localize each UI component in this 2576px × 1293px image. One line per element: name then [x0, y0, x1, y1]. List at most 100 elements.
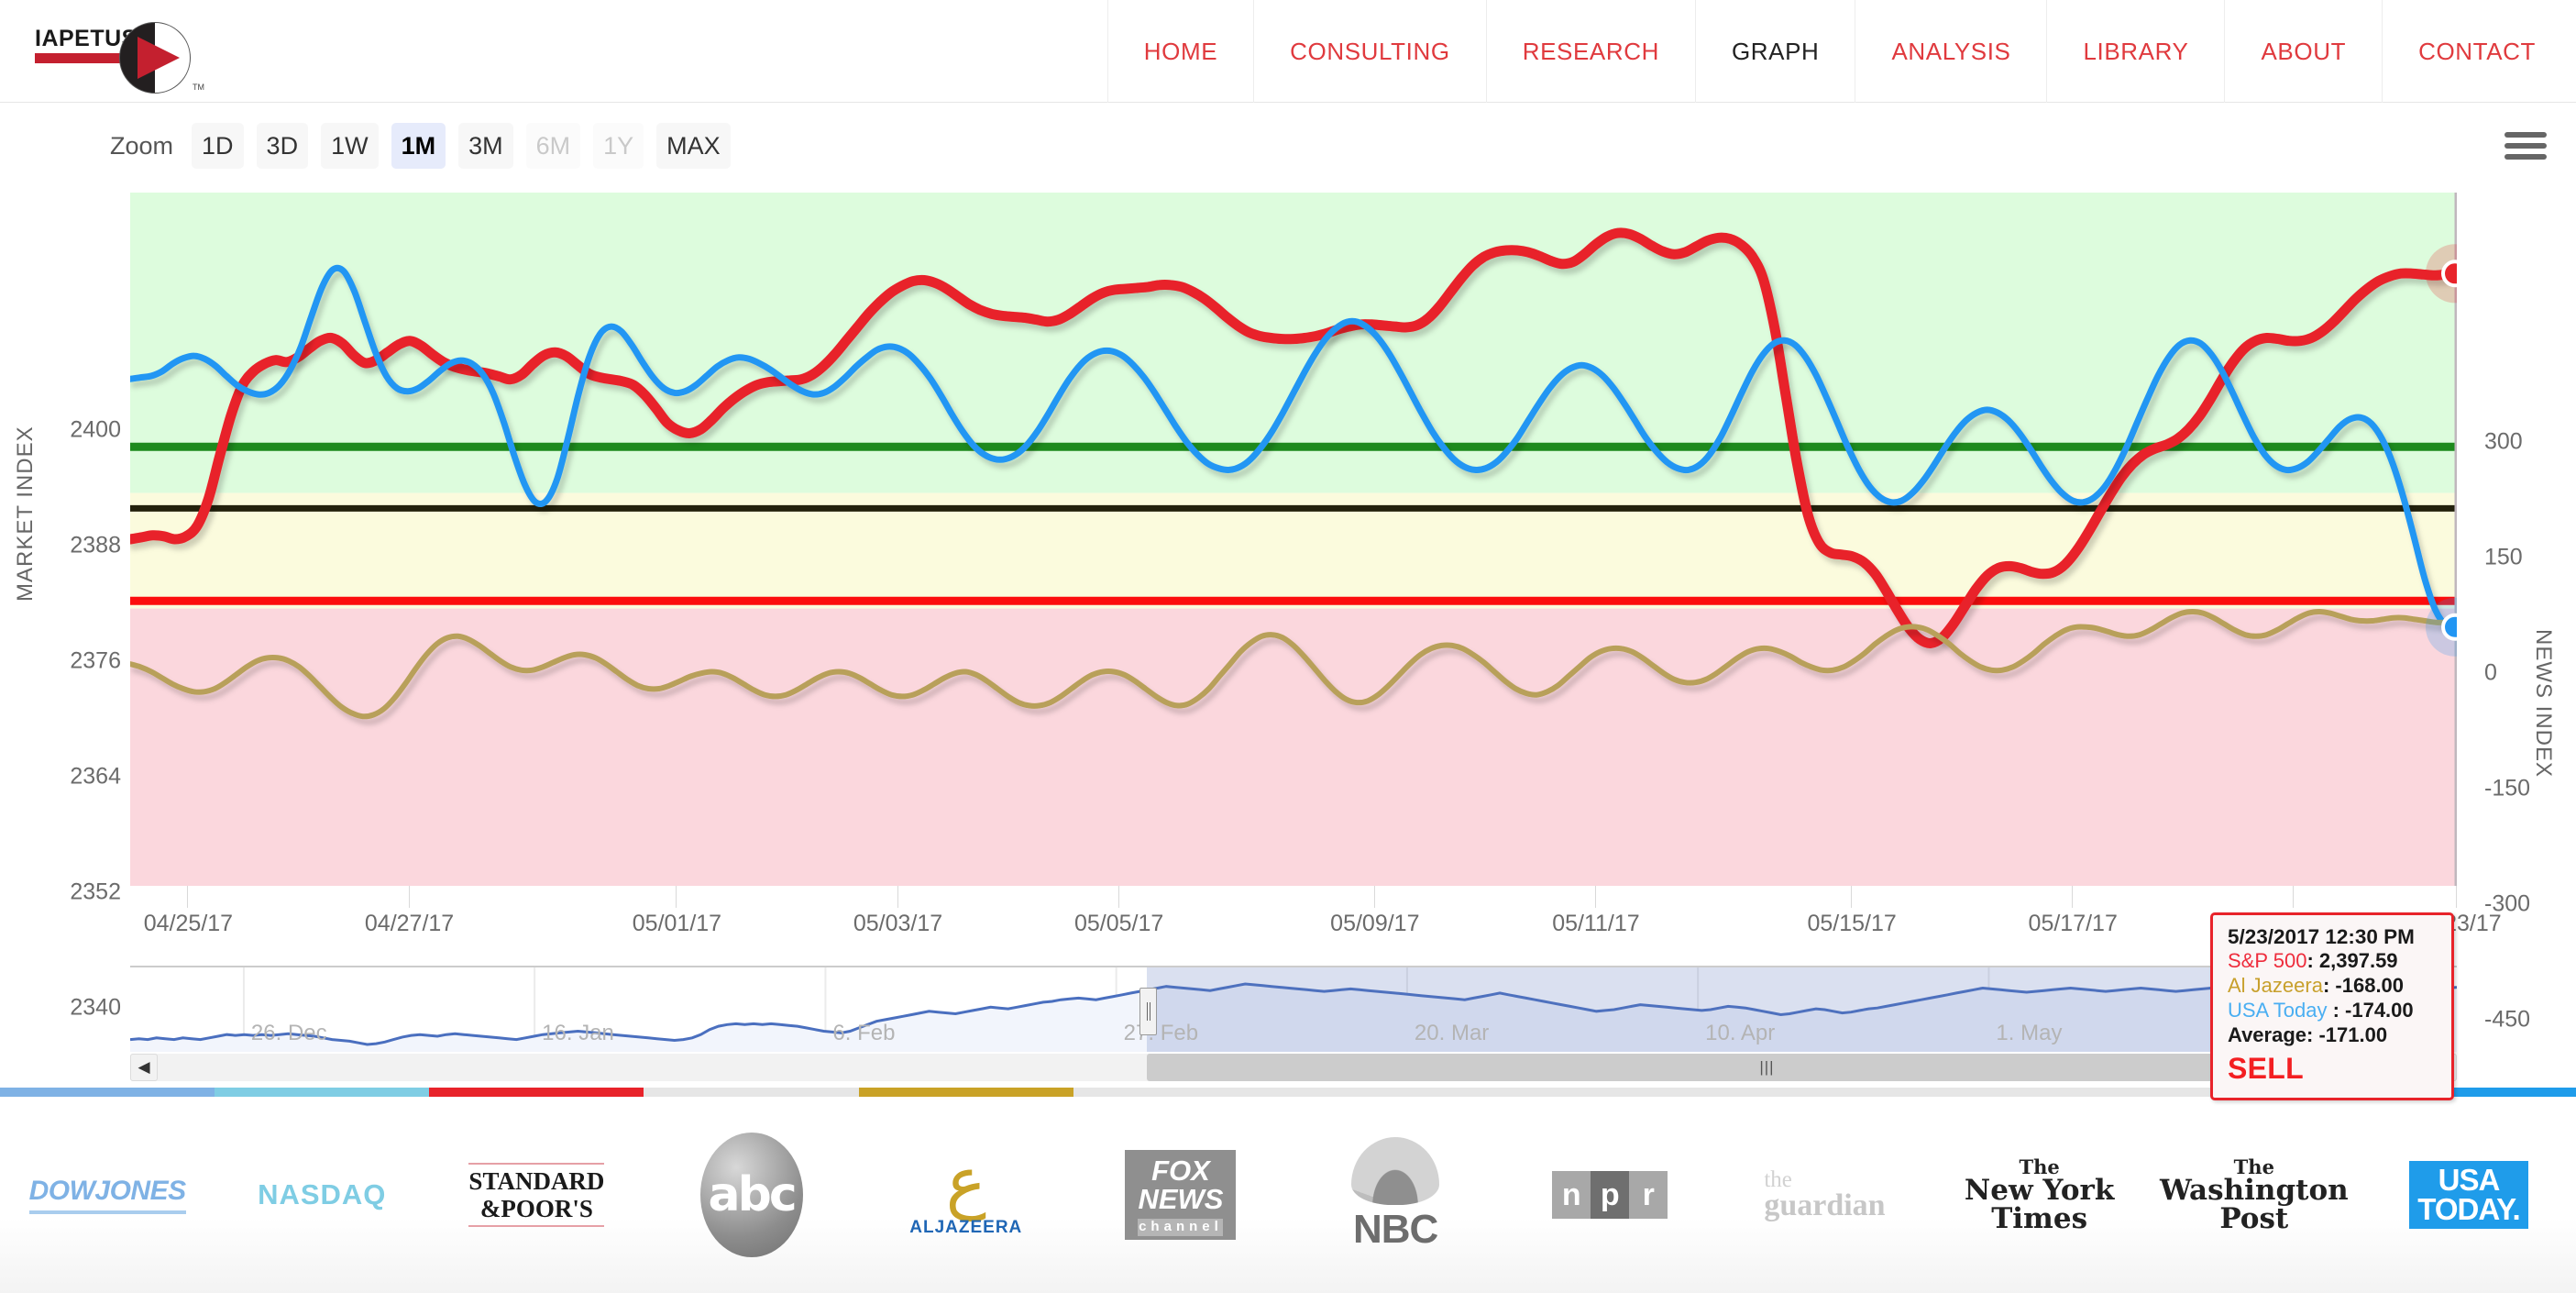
marker-point-usa-today[interactable]: [2441, 613, 2457, 641]
x-tick-label: 05/09/17: [1330, 911, 1420, 936]
brand-line-1: STANDARD: [468, 1166, 605, 1195]
y-tick-right: 300: [2484, 428, 2523, 455]
x-tick-mark: [187, 884, 189, 908]
brand-line-2: &POOR'S: [479, 1195, 593, 1222]
brand-text: ع ALJAZEERA: [909, 1148, 1023, 1239]
iapetus-logo[interactable]: IAPETUS TM: [35, 13, 209, 94]
tooltip-row: S&P 500: 2,397.59: [2228, 949, 2398, 973]
brand-text: abc: [699, 1133, 803, 1257]
brand-text: NBC: [1351, 1137, 1440, 1253]
y-tick-right: 150: [2484, 544, 2523, 570]
brand-line-2: New York: [1964, 1173, 2115, 1207]
brand-text: FOX NEWS channel: [1125, 1150, 1237, 1240]
nav-item-contact[interactable]: CONTACT: [2382, 0, 2576, 103]
x-tick-mark: [1373, 884, 1375, 908]
brand-logo-npr[interactable]: npr: [1503, 1097, 1717, 1293]
nav-item-library[interactable]: LIBRARY: [2046, 0, 2224, 103]
tooltip-row: Average: -171.00: [2228, 1022, 2388, 1046]
x-tick-label: 05/15/17: [1807, 911, 1897, 936]
x-tick-label: 04/25/17: [143, 911, 234, 936]
x-tick-label: 05/01/17: [632, 911, 722, 936]
nav-item-analysis[interactable]: ANALYSIS: [1855, 0, 2046, 103]
zoom-button-3m[interactable]: 3M: [458, 123, 513, 169]
navigator-track[interactable]: 26. Dec 16. Jan 6. Feb 27. Feb 20. Mar 10. Ap…: [129, 966, 2458, 1052]
brand-text: DOWJONES: [28, 1176, 186, 1214]
brand-text: the guardian: [1764, 1168, 1886, 1222]
zoom-button-1w[interactable]: 1W: [321, 123, 379, 169]
brand-logo-dow-jones[interactable]: DOWJONES: [0, 1097, 215, 1293]
nav-item-graph[interactable]: GRAPH: [1694, 0, 1855, 103]
chart-bands: [130, 193, 2457, 886]
brand-logo-the-guardian[interactable]: the guardian: [1717, 1097, 1932, 1293]
brand-line-2: NEWS: [1138, 1182, 1224, 1215]
brand-logo-nasdaq[interactable]: NASDAQ: [215, 1097, 429, 1293]
brand-line-1: USA: [2438, 1162, 2501, 1197]
x-tick-label: 04/27/17: [364, 911, 455, 936]
y-tick-left: 2400: [70, 416, 121, 443]
navigator-x-label: 1. May: [1996, 1021, 2063, 1045]
brand-line-1: ALJAZEERA: [909, 1218, 1023, 1238]
logo-arrow-icon: [138, 37, 180, 79]
tooltip-date: 5/23/2017 12:30 PM: [2228, 925, 2415, 948]
x-tick-mark: [408, 884, 410, 908]
zoom-button-1m[interactable]: 1M: [391, 123, 446, 169]
zoom-button-max[interactable]: MAX: [656, 123, 731, 169]
y-axis-title-left: MARKET INDEX: [13, 425, 38, 602]
scroll-left-arrow-icon[interactable]: ◀: [130, 1054, 158, 1081]
accent-segment-dow-jones: [0, 1088, 215, 1097]
accent-segment-the-guardian: [1717, 1088, 1932, 1097]
y-tick-right: 0: [2484, 659, 2497, 686]
accent-segment-nbc: [1287, 1088, 1503, 1097]
navigator-handle-left[interactable]: [1139, 988, 1158, 1035]
brand-line-3: Post: [2219, 1201, 2289, 1235]
y-tick-right: -150: [2484, 775, 2531, 801]
hamburger-line: [2504, 154, 2547, 160]
navigator-x-label: 6. Feb: [832, 1021, 896, 1045]
tooltip-signal-badge: SELL: [2228, 1051, 2304, 1085]
scrollbar-thumb[interactable]: |||: [1147, 1054, 2387, 1081]
x-tick-mark: [2456, 884, 2457, 908]
accent-segment-fox-news-channel: [1073, 1088, 1288, 1097]
brand-text: The Washington Post: [2160, 1157, 2349, 1233]
brand-line-1: FOX: [1151, 1155, 1210, 1188]
tooltip-series-name: S&P 500: [2228, 949, 2307, 973]
navigator-scrollbar[interactable]: ◀ ||| ▶: [130, 1054, 2457, 1081]
x-tick-mark: [676, 884, 677, 908]
chart-band-sell-zone: [130, 608, 2457, 886]
x-tick-mark: [2293, 884, 2295, 908]
brand-logo-abc[interactable]: abc: [644, 1097, 859, 1293]
brand-logo-the-new-york-times[interactable]: The New York Times: [1932, 1097, 2147, 1293]
brand-line-2: guardian: [1764, 1188, 1886, 1222]
brand-logo-al-jazeera[interactable]: ع ALJAZEERA: [859, 1097, 1073, 1293]
range-navigator[interactable]: 26. Dec 16. Jan 6. Feb 27. Feb 20. Mar 10. Ap…: [129, 966, 2458, 1081]
nav-item-home[interactable]: HOME: [1106, 0, 1253, 103]
nav-item-about[interactable]: ABOUT: [2224, 0, 2382, 103]
accent-segment-al-jazeera: [858, 1088, 1073, 1097]
plot-area[interactable]: [130, 193, 2457, 886]
zoom-button-1y: 1Y: [593, 123, 644, 169]
marker-point-s-p-500[interactable]: [2441, 260, 2457, 288]
main-navigation: HOME CONSULTING RESEARCH GRAPH ANALYSIS LIBRA…: [1106, 0, 2576, 103]
navigator-x-label: 10. Apr: [1705, 1021, 1776, 1045]
tooltip-row: USA Today : -174.00: [2228, 999, 2414, 1022]
brand-text: npr: [1552, 1171, 1668, 1219]
brand-logo-strip: DOWJONES NASDAQ STANDARD &POOR'S abc ع ALJAZEE…: [0, 1097, 2576, 1293]
chart-toolbar: Zoom 1D 3D 1W 1M 3M 6M 1Y MAX: [0, 103, 2576, 187]
accent-segment-standard-poor-s: [429, 1088, 644, 1097]
tooltip-series-name: Al Jazeera: [2228, 974, 2323, 998]
navigator-x-label: 16. Jan: [542, 1021, 614, 1045]
nav-item-research[interactable]: RESEARCH: [1485, 0, 1695, 103]
brand-logo-the-washington-post[interactable]: The Washington Post: [2147, 1097, 2361, 1293]
accent-segment-the-new-york-times: [1932, 1088, 2147, 1097]
brand-logo-nbc[interactable]: NBC: [1288, 1097, 1503, 1293]
tooltip-series-value: -174.00: [2345, 999, 2414, 1022]
brand-logo-fox-news-channel[interactable]: FOX NEWS channel: [1073, 1097, 1288, 1293]
tooltip-series-value: -171.00: [2318, 1022, 2388, 1046]
zoom-button-3d[interactable]: 3D: [256, 123, 309, 169]
hamburger-menu-icon[interactable]: [2504, 132, 2547, 163]
brand-logo-standard-poor-s[interactable]: STANDARD &POOR'S: [429, 1097, 644, 1293]
brand-logo-usa-today[interactable]: USA TODAY.: [2361, 1097, 2576, 1293]
zoom-button-1d[interactable]: 1D: [192, 123, 244, 169]
zoom-label: Zoom: [110, 131, 174, 160]
nav-item-consulting[interactable]: CONSULTING: [1253, 0, 1486, 103]
